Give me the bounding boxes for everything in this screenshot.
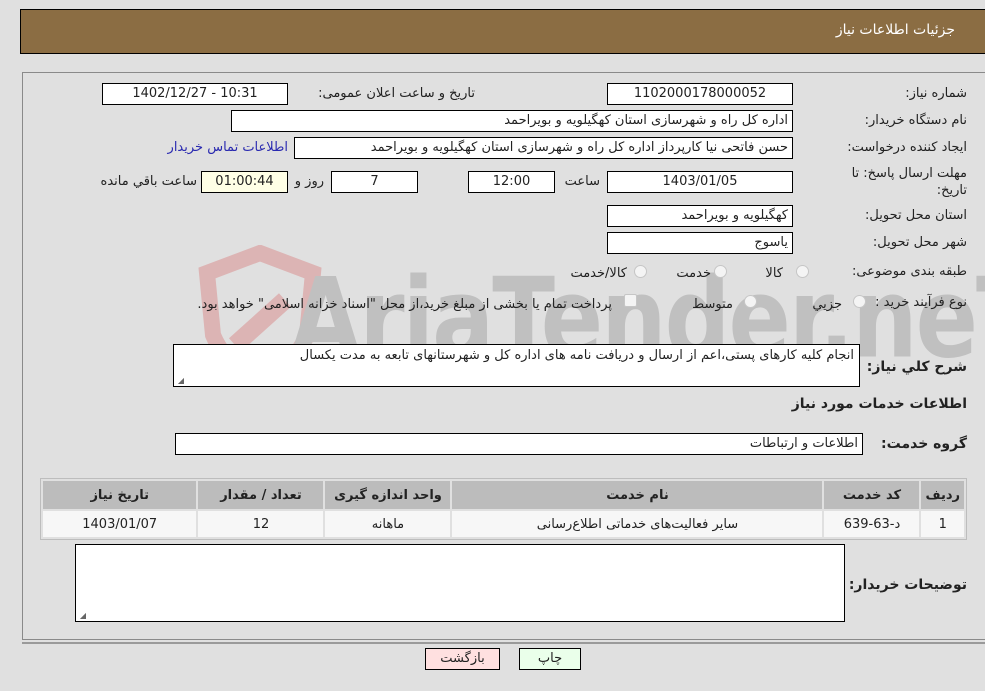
col-header-unit: واحد اندازه گیری — [325, 481, 451, 509]
buyer-contact-link[interactable]: اطلاعات تماس خریدار — [168, 140, 288, 155]
process-option-medium: متوسط — [692, 297, 733, 312]
page-header: جزئیات اطلاعات نیاز — [20, 9, 985, 54]
process-radio-minor[interactable] — [853, 295, 866, 308]
services-section-title: اطلاعات خدمات مورد نیاز — [791, 396, 967, 412]
buyer-notes-label: توضیحات خریدار: — [848, 577, 967, 593]
category-option-goods-service: کالا/خدمت — [570, 266, 627, 281]
service-group-label: گروه خدمت: — [881, 436, 967, 452]
col-header-need-date: تاریخ نیاز — [43, 481, 197, 509]
remaining-time-field: 01:00:44 — [201, 171, 288, 193]
category-option-goods: کالا — [765, 266, 783, 281]
table-header-row: ردیف کد خدمت نام خدمت واحد اندازه گیری ت… — [43, 481, 964, 509]
city-field: یاسوج — [607, 232, 793, 254]
buyer-org-label: نام دستگاه خریدار: — [864, 113, 967, 128]
service-group-field: اطلاعات و ارتباطات — [175, 433, 863, 455]
remaining-label: ساعت باقي مانده — [100, 174, 197, 189]
province-field: کهگیلویه و بویراحمد — [607, 205, 793, 227]
announce-date-field: 1402/12/27 - 10:31 — [102, 83, 288, 105]
payment-note: پرداخت تمام یا بخشی از مبلغ خرید،از محل … — [197, 297, 612, 312]
resize-handle-icon[interactable]: ◢ — [176, 377, 184, 385]
cell-need-date: 1403/01/07 — [43, 511, 197, 537]
treasury-payment-checkbox[interactable] — [624, 294, 637, 307]
category-radio-goods[interactable] — [796, 265, 809, 278]
description-label: شرح کلي نیاز: — [866, 359, 967, 375]
process-label: نوع فرآیند خرید : — [875, 295, 967, 310]
description-text: انجام کلیه کارهای پستی،اعم از ارسال و در… — [299, 348, 854, 363]
col-header-service-code: کد خدمت — [824, 481, 920, 509]
col-header-quantity: تعداد / مقدار — [198, 481, 324, 509]
services-table: ردیف کد خدمت نام خدمت واحد اندازه گیری ت… — [40, 478, 967, 540]
cell-row-number: 1 — [921, 511, 964, 537]
need-number-label: شماره نیاز: — [905, 86, 967, 101]
cell-unit: ماهانه — [325, 511, 451, 537]
need-number-field: 1102000178000052 — [607, 83, 793, 105]
description-textarea[interactable]: انجام کلیه کارهای پستی،اعم از ارسال و در… — [173, 344, 860, 387]
deadline-label: مهلت ارسال پاسخ: تا تاریخ: — [851, 166, 967, 198]
back-button[interactable]: بازگشت — [425, 648, 500, 670]
col-header-service-name: نام خدمت — [452, 481, 823, 509]
category-label: طبقه بندی موضوعی: — [851, 264, 967, 279]
resize-handle-icon[interactable]: ◢ — [78, 612, 86, 620]
creator-field: حسن فاتحی نیا کارپرداز اداره کل راه و شه… — [294, 137, 793, 159]
col-header-row-number: ردیف — [921, 481, 964, 509]
deadline-time-label: ساعت — [564, 174, 600, 189]
category-option-service: خدمت — [676, 266, 711, 281]
city-label: شهر محل تحویل: — [872, 235, 967, 250]
days-label: روز و — [294, 174, 324, 189]
page-title: جزئیات اطلاعات نیاز — [835, 22, 955, 38]
cell-quantity: 12 — [198, 511, 324, 537]
table-row: 1 د-63-639 سایر فعالیت‌های خدماتی اطلاع‌… — [43, 511, 964, 537]
deadline-time-field: 12:00 — [468, 171, 555, 193]
province-label: استان محل تحویل: — [865, 208, 967, 223]
process-option-minor: جزیي — [812, 297, 842, 312]
process-radio-medium[interactable] — [744, 295, 757, 308]
cell-service-name: سایر فعالیت‌های خدماتی اطلاع‌رسانی — [452, 511, 823, 537]
creator-label: ایجاد کننده درخواست: — [847, 140, 967, 155]
announce-date-label: تاریخ و ساعت اعلان عمومی: — [318, 86, 475, 101]
divider — [22, 642, 985, 644]
buyer-org-field: اداره کل راه و شهرسازی استان کهگیلویه و … — [231, 110, 793, 132]
days-field: 7 — [331, 171, 418, 193]
buyer-notes-textarea[interactable]: ◢ — [75, 544, 845, 622]
deadline-date-field: 1403/01/05 — [607, 171, 793, 193]
print-button[interactable]: چاپ — [519, 648, 581, 670]
cell-service-code: د-63-639 — [824, 511, 920, 537]
category-radio-goods-service[interactable] — [634, 265, 647, 278]
category-radio-service[interactable] — [714, 265, 727, 278]
